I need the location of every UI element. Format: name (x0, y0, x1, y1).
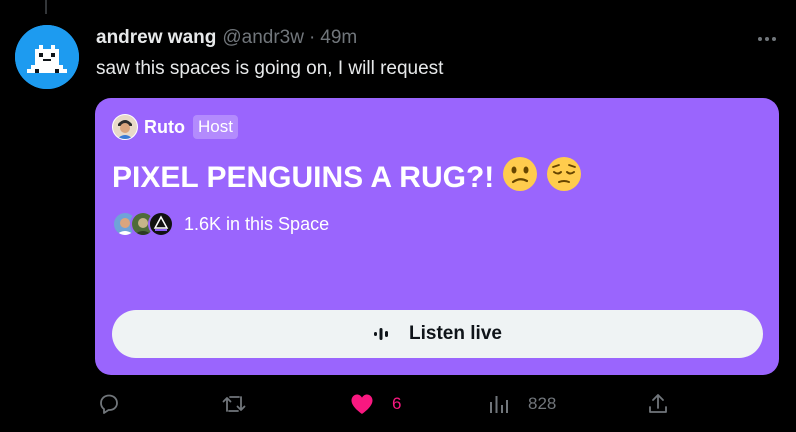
space-title: PIXEL PENGUINS A RUG?! (112, 156, 582, 200)
views-button[interactable]: 828 (488, 392, 556, 416)
retweet-icon (222, 396, 246, 412)
tweet-time[interactable]: 49m (320, 27, 357, 49)
separator-dot: · (308, 27, 316, 48)
listener-count: 1.6K in this Space (184, 213, 330, 234)
listen-live-label: Listen live (409, 323, 502, 344)
like-count: 6 (392, 394, 402, 413)
author-name[interactable]: andrew wang (96, 27, 216, 49)
tweet-text: saw this spaces is going on, I will requ… (96, 58, 444, 79)
thread-line (45, 0, 47, 14)
retweet-button[interactable] (221, 392, 261, 416)
avatar[interactable] (15, 25, 79, 89)
tweet-header: andrew wang @andr3w · 49m (96, 27, 357, 51)
share-icon (649, 394, 667, 413)
confused-face-icon (502, 156, 538, 200)
views-chart-icon (490, 396, 508, 413)
more-options-button[interactable] (750, 28, 784, 50)
share-button[interactable] (646, 392, 670, 416)
listeners-row: 1.6K in this Space (112, 210, 329, 238)
tweet-view: andrew wang @andr3w · 49m saw this space… (0, 0, 796, 432)
host-badge: Host (192, 115, 238, 139)
host-avatar (112, 114, 138, 140)
author-handle[interactable]: @andr3w (222, 27, 304, 49)
heart-icon (351, 394, 373, 414)
space-card[interactable]: Ruto Host PIXEL PENGUINS A RUG?! 1.6K in… (95, 98, 779, 375)
more-icon (758, 37, 776, 41)
listener-avatar (148, 211, 174, 237)
host-name: Ruto (144, 116, 185, 137)
listener-avatars (112, 211, 174, 237)
views-count: 828 (528, 394, 557, 413)
audio-wave-icon (374, 328, 389, 340)
space-title-text: PIXEL PENGUINS A RUG?! (112, 161, 495, 194)
pensive-face-icon (546, 156, 582, 200)
space-host-row: Ruto Host (112, 113, 238, 141)
reply-icon (100, 394, 118, 414)
like-button[interactable]: 6 (350, 392, 401, 416)
reply-button[interactable] (97, 392, 135, 416)
listen-live-button[interactable]: Listen live (112, 310, 763, 358)
